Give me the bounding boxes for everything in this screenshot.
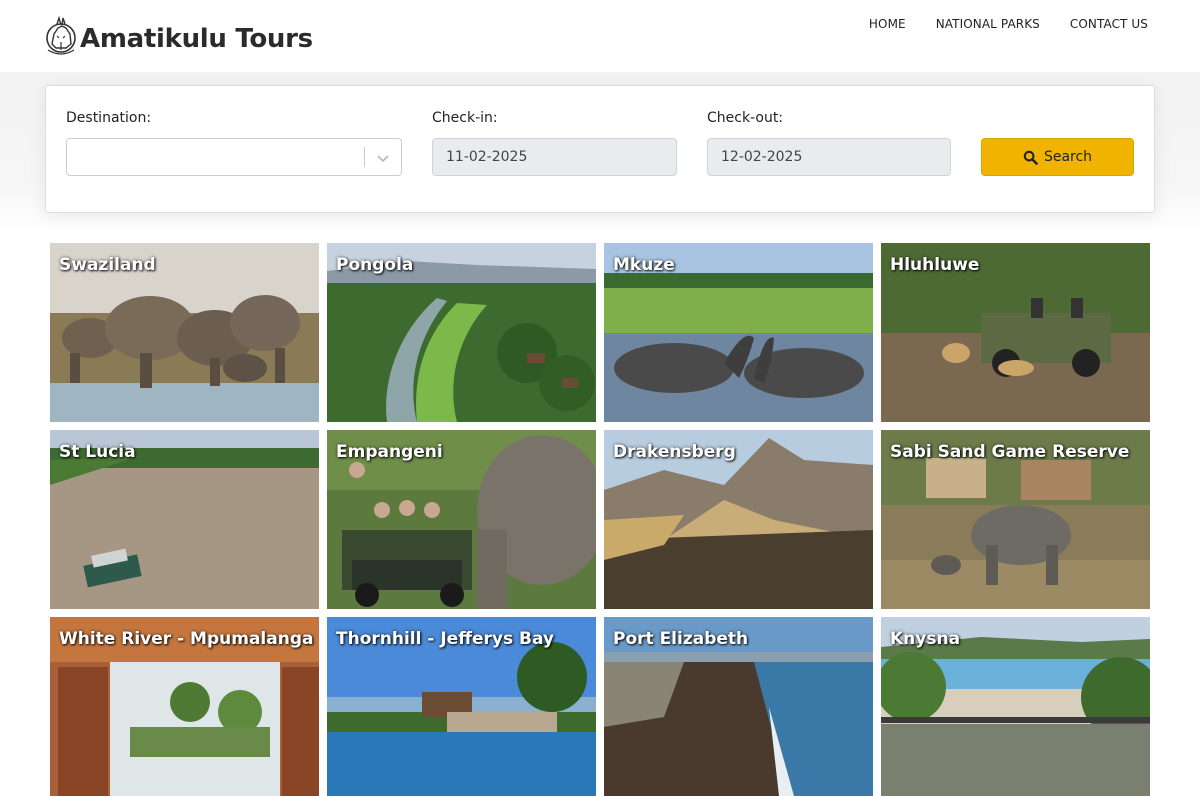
- destination-name: St Lucia: [59, 442, 136, 462]
- destination-label: Destination:: [66, 110, 152, 126]
- select-separator: [364, 147, 365, 167]
- destination-tile-empangeni[interactable]: Empangeni: [327, 430, 596, 609]
- rhino-icon: [46, 15, 76, 55]
- destination-tile-port-elizabeth[interactable]: Port Elizabeth: [604, 617, 873, 796]
- nav-home[interactable]: HOME: [869, 17, 906, 31]
- checkout-label: Check-out:: [707, 110, 784, 126]
- destination-name: Port Elizabeth: [613, 629, 749, 649]
- destination-name: Swaziland: [59, 255, 156, 275]
- destination-grid: Swaziland Pongola Mkuze Hluhluwe St Luci…: [50, 243, 1150, 796]
- checkin-field[interactable]: 11-02-2025: [432, 138, 677, 176]
- destination-tile-swaziland[interactable]: Swaziland: [50, 243, 319, 422]
- destination-tile-pongola[interactable]: Pongola: [327, 243, 596, 422]
- site-header: Amatikulu Tours HOME NATIONAL PARKS CONT…: [0, 0, 1200, 72]
- destination-name: Knysna: [890, 629, 961, 649]
- main-nav: HOME NATIONAL PARKS CONTACT US: [869, 17, 1148, 31]
- destination-select[interactable]: [66, 138, 402, 176]
- destination-tile-drakensberg[interactable]: Drakensberg: [604, 430, 873, 609]
- destination-name: Thornhill - Jefferys Bay: [336, 629, 554, 649]
- chevron-down-icon[interactable]: [375, 150, 391, 166]
- destination-tile-sabi-sand[interactable]: Sabi Sand Game Reserve: [881, 430, 1150, 609]
- search-icon: [1023, 150, 1038, 165]
- destination-tile-white-river[interactable]: White River - Mpumalanga: [50, 617, 319, 796]
- destination-name: Drakensberg: [613, 442, 736, 462]
- destination-tile-st-lucia[interactable]: St Lucia: [50, 430, 319, 609]
- destination-name: Pongola: [336, 255, 414, 275]
- destination-name: White River - Mpumalanga: [59, 629, 314, 649]
- destination-tile-knysna[interactable]: Knysna: [881, 617, 1150, 796]
- brand-name: Amatikulu Tours: [80, 24, 313, 54]
- destination-name: Sabi Sand Game Reserve: [890, 442, 1130, 462]
- search-button-label: Search: [1043, 149, 1093, 165]
- search-button[interactable]: Search: [981, 138, 1134, 176]
- destination-tile-mkuze[interactable]: Mkuze: [604, 243, 873, 422]
- search-form: Destination: Check-in: 11-02-2025 Check-…: [45, 85, 1155, 213]
- search-section: Destination: Check-in: 11-02-2025 Check-…: [0, 72, 1200, 232]
- nav-national-parks[interactable]: NATIONAL PARKS: [936, 17, 1040, 31]
- destination-tile-hluhluwe[interactable]: Hluhluwe: [881, 243, 1150, 422]
- nav-contact-us[interactable]: CONTACT US: [1070, 17, 1148, 31]
- checkout-field[interactable]: 12-02-2025: [707, 138, 951, 176]
- destination-name: Mkuze: [613, 255, 675, 275]
- destination-tile-thornhill[interactable]: Thornhill - Jefferys Bay: [327, 617, 596, 796]
- destination-name: Hluhluwe: [890, 255, 980, 275]
- destination-name: Empangeni: [336, 442, 443, 462]
- logo[interactable]: Amatikulu Tours: [44, 14, 313, 58]
- checkin-label: Check-in:: [432, 110, 498, 126]
